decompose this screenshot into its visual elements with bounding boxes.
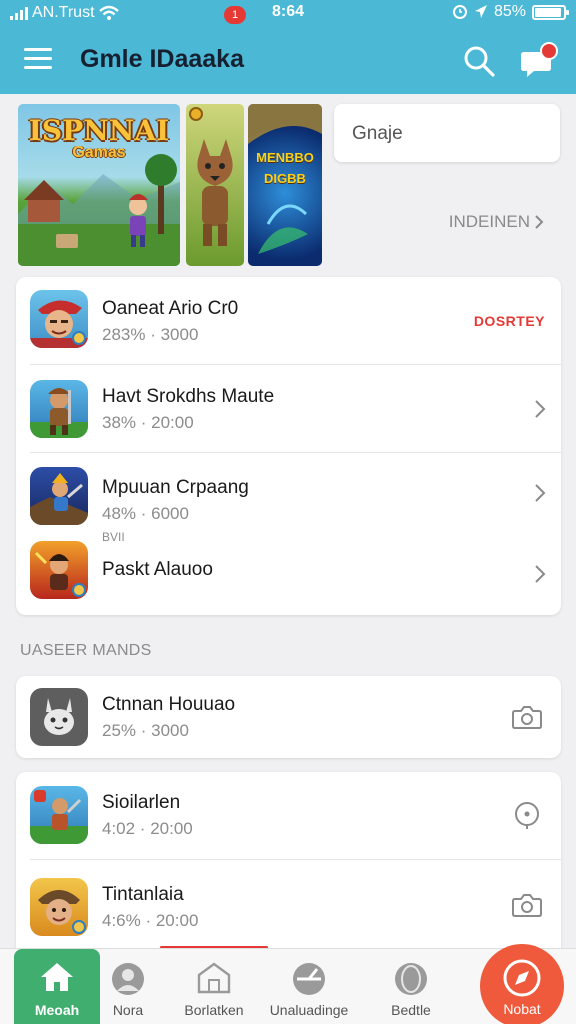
tab-label: Unaluadinge [269, 1002, 349, 1018]
tab-updates[interactable]: Unaluadinge [262, 949, 356, 1024]
banner-game-2[interactable] [186, 104, 244, 266]
location-pin-icon[interactable] [511, 800, 543, 830]
chat-button[interactable] [518, 42, 558, 80]
app-icon [30, 541, 88, 599]
item-title: Ctnnan Houuao [102, 694, 236, 715]
user-icon [112, 963, 144, 995]
pirate-avatar-icon [30, 300, 88, 348]
item-tag: DOSRTEY [473, 313, 545, 329]
tab-label: Bedtle [391, 1002, 431, 1018]
chevron-right-icon [535, 215, 544, 229]
banner-game-1[interactable]: ISPNNAI Gamas [18, 104, 180, 266]
search-icon[interactable] [462, 44, 496, 78]
banner-1-title: ISPNNAI [28, 114, 170, 147]
tab-explore-fab[interactable]: Nobat [480, 944, 564, 1024]
camera-icon[interactable] [511, 702, 543, 732]
banner-3-title: MENBBO DIGBB [256, 150, 314, 186]
explorer-avatar-icon [38, 890, 86, 934]
tab-label: Nora [112, 1002, 144, 1018]
banner-1-subtitle: Gamas [72, 144, 126, 161]
status-bar: AN.Trust 8:64 85% [0, 0, 576, 28]
item-meta: 38% · 20:00 [102, 413, 194, 432]
app-icon [30, 688, 88, 746]
item-meta: 283% · 3000 [102, 325, 199, 344]
item-title: Sioilarlen [102, 792, 181, 813]
tab-store[interactable]: Borlatken [166, 949, 262, 1024]
list-item[interactable]: Oaneat Ario Cr0 283% · 3000 DOSRTEY [16, 277, 561, 365]
list-item[interactable]: Tintanlaia 4:6% · 20:00 [16, 860, 561, 956]
featured-list-card: Oaneat Ario Cr0 283% · 3000 DOSRTEY Havt… [16, 277, 561, 615]
see-more-label: INDEINEN [448, 212, 530, 231]
item-title: Oaneat Ario Cr0 [102, 298, 239, 319]
section-heading: UASEER MANDS [20, 642, 152, 659]
app-icon [30, 290, 88, 348]
chevron-right-icon [535, 565, 546, 583]
list-card-single: Ctnnan Houuao 25% · 3000 [16, 676, 561, 758]
home-icon [41, 963, 73, 991]
tab-profile[interactable]: Nora [100, 949, 156, 1024]
tab-label: Nobat [503, 1001, 541, 1017]
item-meta: 4:02 · 20:00 [102, 819, 193, 838]
list-card-second: Sioilarlen 4:02 · 20:00 Tintanlaia 4:6% … [16, 772, 561, 962]
app-icon [30, 786, 88, 844]
notification-badge: 1 [224, 6, 246, 24]
chevron-right-icon [535, 400, 546, 418]
app-icon [30, 878, 88, 936]
alarm-icon [452, 5, 467, 19]
item-meta: 4:6% · 20:00 [102, 911, 199, 930]
notification-badge [540, 42, 558, 60]
compass-icon [503, 959, 541, 997]
globe-icon [395, 963, 427, 995]
banner-game-3[interactable]: MENBBO DIGBB [248, 104, 322, 266]
tab-label: Meoah [34, 1002, 80, 1018]
tab-battle[interactable]: Bedtle [372, 949, 450, 1024]
item-meta: 25% · 3000 [102, 721, 189, 740]
page-title: Gmle IDaaaka [80, 45, 244, 73]
warrior-avatar-icon [30, 388, 88, 438]
wolf-character-illustration [189, 107, 233, 246]
item-meta: 48% · 6000 [102, 504, 189, 523]
list-item[interactable]: Havt Srokdhs Maute 38% · 20:00 [16, 365, 561, 453]
gauge-icon [293, 963, 325, 995]
app-icon [30, 380, 88, 438]
list-item[interactable]: Sioilarlen 4:02 · 20:00 [16, 772, 561, 860]
tab-home[interactable]: Meoah [14, 949, 100, 1024]
app-icon [30, 467, 88, 525]
item-title: Havt Srokdhs Maute [102, 386, 275, 407]
battery-percent: 85% [493, 3, 526, 20]
search-placeholder: Gnaje [352, 123, 403, 144]
bunny-avatar-icon [44, 698, 74, 735]
adventurer-avatar-icon [30, 790, 88, 844]
list-item[interactable]: Paskt Alauoo [16, 533, 561, 615]
search-field[interactable]: Gnaje [334, 104, 560, 162]
location-icon [474, 5, 487, 18]
chevron-right-icon [535, 484, 546, 502]
battery-icon [532, 4, 569, 20]
camera-icon[interactable] [511, 890, 543, 920]
item-title: Tintanlaia [102, 884, 184, 905]
hero-avatar-icon [30, 473, 88, 525]
app-header: AN.Trust 8:64 85% Gmle IDaaaka [0, 0, 576, 94]
list-item[interactable]: Mpuuan Crpaang 48% · 6000 BVII [16, 453, 561, 544]
status-right: 85% [452, 3, 569, 21]
fighter-avatar-icon [34, 551, 86, 597]
list-item[interactable]: Ctnnan Houuao 25% · 3000 [16, 676, 561, 758]
item-title: Mpuuan Crpaang [102, 477, 249, 498]
item-title: Paskt Alauoo [102, 559, 213, 580]
see-more-link[interactable]: INDEINEN [449, 212, 544, 232]
tab-label: Borlatken [184, 1002, 244, 1018]
menu-button[interactable] [24, 48, 52, 70]
store-icon [197, 962, 231, 994]
